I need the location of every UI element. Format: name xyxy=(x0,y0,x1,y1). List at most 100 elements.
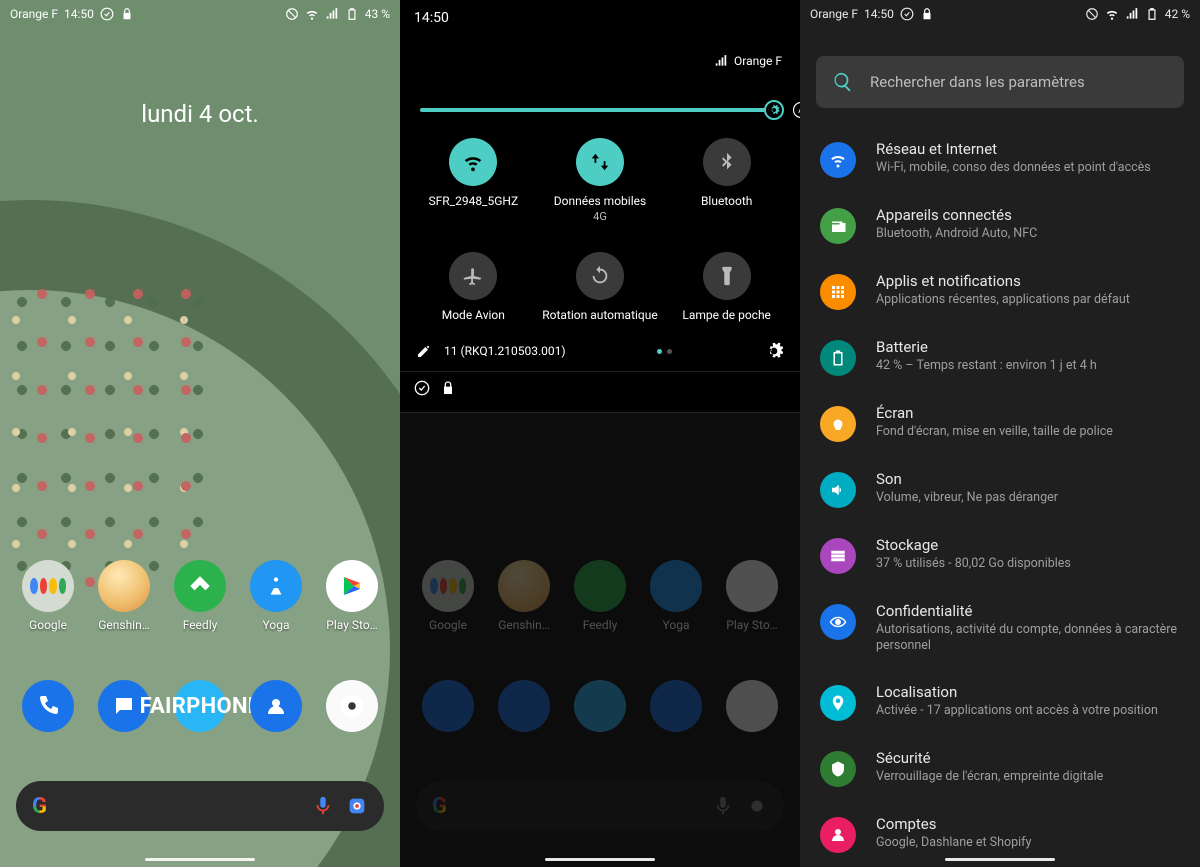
settings-item-stockage[interactable]: Stockage37 % utilisés - 80,02 Go disponi… xyxy=(800,522,1200,588)
nosim-icon xyxy=(285,7,299,21)
dimmed-search-bar: G xyxy=(416,781,784,831)
dock-phone[interactable] xyxy=(16,680,80,732)
settings-item-subtitle: Bluetooth, Android Auto, NFC xyxy=(876,226,1037,242)
settings-item-applis-et-notifications[interactable]: Applis et notifications Applications réce… xyxy=(800,258,1200,324)
settings-item-subtitle: Fond d'écran, mise en veille, taille de … xyxy=(876,424,1113,440)
dock-fairphone[interactable]: FAIRPHONE xyxy=(168,680,232,732)
flashlight-icon xyxy=(716,265,738,287)
settings-search[interactable]: Rechercher dans les paramètres xyxy=(816,56,1184,108)
dock-contacts[interactable] xyxy=(244,680,308,732)
settings-item-subtitle: 42 % – Temps restant : environ 1 j et 4 … xyxy=(876,358,1097,374)
settings-item-subtitle: 37 % utilisés - 80,02 Go disponibles xyxy=(876,556,1071,572)
qs-carrier: Orange F xyxy=(714,54,782,68)
tile-flashlight[interactable]: Lampe de poche xyxy=(663,252,790,323)
app-label: Genshin… xyxy=(98,618,150,632)
signal-icon xyxy=(1125,7,1139,21)
settings-item-subtitle: Applications récentes, applications par … xyxy=(876,292,1130,308)
app-row: Google Genshin… Feedly Yoga Play Sto… xyxy=(0,560,400,632)
settings-item-title: Batterie xyxy=(876,338,1097,356)
settings-item-s-curit-[interactable]: Sécurité Verrouillage de l'écran, emprein… xyxy=(800,735,1200,801)
settings-item-localisation[interactable]: LocalisationActivée - 17 applications on… xyxy=(800,669,1200,735)
settings-item-title: Son xyxy=(876,470,1058,488)
qs-clock: 14:50 xyxy=(400,0,800,30)
mic-icon[interactable] xyxy=(312,795,334,817)
home-indicator[interactable] xyxy=(945,858,1055,861)
settings-item-confidentialit-[interactable]: ConfidentialitéAutorisations, activité d… xyxy=(800,588,1200,669)
tile-mobile-data[interactable]: Données mobiles4G xyxy=(537,138,664,224)
location-icon xyxy=(820,685,856,721)
tile-rotation[interactable]: Rotation automatique xyxy=(537,252,664,323)
wifi-icon xyxy=(1105,7,1119,21)
battery-label: 43 % xyxy=(365,7,390,21)
battery-icon xyxy=(820,340,856,376)
app-feedly[interactable]: Feedly xyxy=(168,560,232,632)
app-label: Feedly xyxy=(183,618,218,632)
settings-gear-icon[interactable] xyxy=(764,341,784,361)
quick-settings-panel: 14:50 Orange F A SFR_2948_5GHZ Données m… xyxy=(400,0,800,413)
settings-item-subtitle: Volume, vibreur, Ne pas déranger xyxy=(876,490,1058,506)
settings-item-subtitle: Activée - 17 applications ont accès à vo… xyxy=(876,703,1158,719)
check-icon xyxy=(900,7,914,21)
settings-item--cran[interactable]: Écran Fond d'écran, mise en veille, taill… xyxy=(800,390,1200,456)
settings-item-subtitle: Google, Dashlane et Shopify xyxy=(876,835,1031,851)
page-indicator xyxy=(657,349,672,354)
auto-brightness-icon[interactable]: A xyxy=(792,101,800,119)
date-widget[interactable]: lundi 4 oct. xyxy=(0,100,400,128)
settings-item-batterie[interactable]: Batterie 42 % – Temps restant : environ 1… xyxy=(800,324,1200,390)
apps-icon xyxy=(820,274,856,310)
settings-item-title: Appareils connectés xyxy=(876,206,1037,224)
app-genshin[interactable]: Genshin… xyxy=(92,560,156,632)
phone-settings: Orange F 14:50 42 % Rechercher dans les … xyxy=(800,0,1200,867)
settings-item-subtitle: Wi-Fi, mobile, conso des données et poin… xyxy=(876,160,1151,176)
tile-bluetooth[interactable]: Bluetooth xyxy=(663,138,790,224)
home-indicator[interactable] xyxy=(545,858,655,861)
tile-airplane[interactable]: Mode Avion xyxy=(410,252,537,323)
google-g-icon: G xyxy=(32,794,47,819)
privacy-icon xyxy=(820,604,856,640)
clock-label: 14:50 xyxy=(864,7,894,21)
wifi-icon xyxy=(462,151,484,173)
app-playstore[interactable]: Play Sto… xyxy=(320,560,384,632)
dimmed-app-row: Google Genshin… Feedly Yoga Play Sto… xyxy=(400,560,800,632)
wallpaper xyxy=(0,0,400,867)
check-icon xyxy=(414,380,430,396)
gear-icon xyxy=(768,104,780,116)
storage-icon xyxy=(820,538,856,574)
dimmed-dock xyxy=(400,680,800,732)
pencil-icon[interactable] xyxy=(416,343,432,359)
signal-icon xyxy=(714,54,728,68)
lens-icon[interactable] xyxy=(346,795,368,817)
sound-icon xyxy=(820,472,856,508)
home-indicator[interactable] xyxy=(145,858,255,861)
devices-icon xyxy=(820,208,856,244)
settings-item-son[interactable]: Son Volume, vibreur, Ne pas déranger xyxy=(800,456,1200,522)
settings-item-subtitle: Autorisations, activité du compte, donné… xyxy=(876,622,1180,655)
settings-item-appareils-connect-s[interactable]: Appareils connectés Bluetooth, Android Au… xyxy=(800,192,1200,258)
settings-item-comptes[interactable]: ComptesGoogle, Dashlane et Shopify xyxy=(800,801,1200,867)
status-bar: Orange F 14:50 43 % xyxy=(0,0,400,28)
carrier-label: Orange F xyxy=(810,7,858,21)
app-google-folder[interactable]: Google xyxy=(16,560,80,632)
app-yoga[interactable]: Yoga xyxy=(244,560,308,632)
airplane-icon xyxy=(462,265,484,287)
battery-label: 42 % xyxy=(1165,7,1190,21)
settings-list[interactable]: Réseau et InternetWi-Fi, mobile, conso d… xyxy=(800,126,1200,867)
phone-quick-settings: Google Genshin… Feedly Yoga Play Sto… G … xyxy=(400,0,800,867)
dock-camera[interactable] xyxy=(320,680,384,732)
lock-icon xyxy=(120,7,134,21)
brightness-slider[interactable]: A xyxy=(420,108,780,112)
data-icon xyxy=(589,151,611,173)
signal-icon xyxy=(325,7,339,21)
check-icon xyxy=(100,7,114,21)
screen-icon xyxy=(820,406,856,442)
settings-item-r-seau-et-internet[interactable]: Réseau et InternetWi-Fi, mobile, conso d… xyxy=(800,126,1200,192)
settings-item-subtitle: Verrouillage de l'écran, empreinte digit… xyxy=(876,769,1103,785)
settings-item-title: Applis et notifications xyxy=(876,272,1130,290)
tile-wifi[interactable]: SFR_2948_5GHZ xyxy=(410,138,537,224)
settings-item-title: Écran xyxy=(876,404,1113,422)
app-label: Play Sto… xyxy=(326,618,377,632)
lock-icon xyxy=(920,7,934,21)
settings-item-title: Sécurité xyxy=(876,749,1103,767)
google-search-bar[interactable]: G xyxy=(16,781,384,831)
phone-home-screen: Orange F 14:50 43 % lundi 4 oct. Google … xyxy=(0,0,400,867)
